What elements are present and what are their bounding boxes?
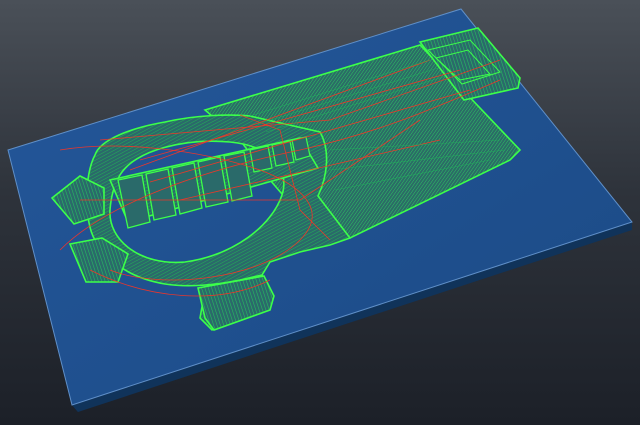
cam-3d-viewport[interactable]: [0, 0, 640, 425]
toolpath-scene[interactable]: [0, 0, 640, 425]
